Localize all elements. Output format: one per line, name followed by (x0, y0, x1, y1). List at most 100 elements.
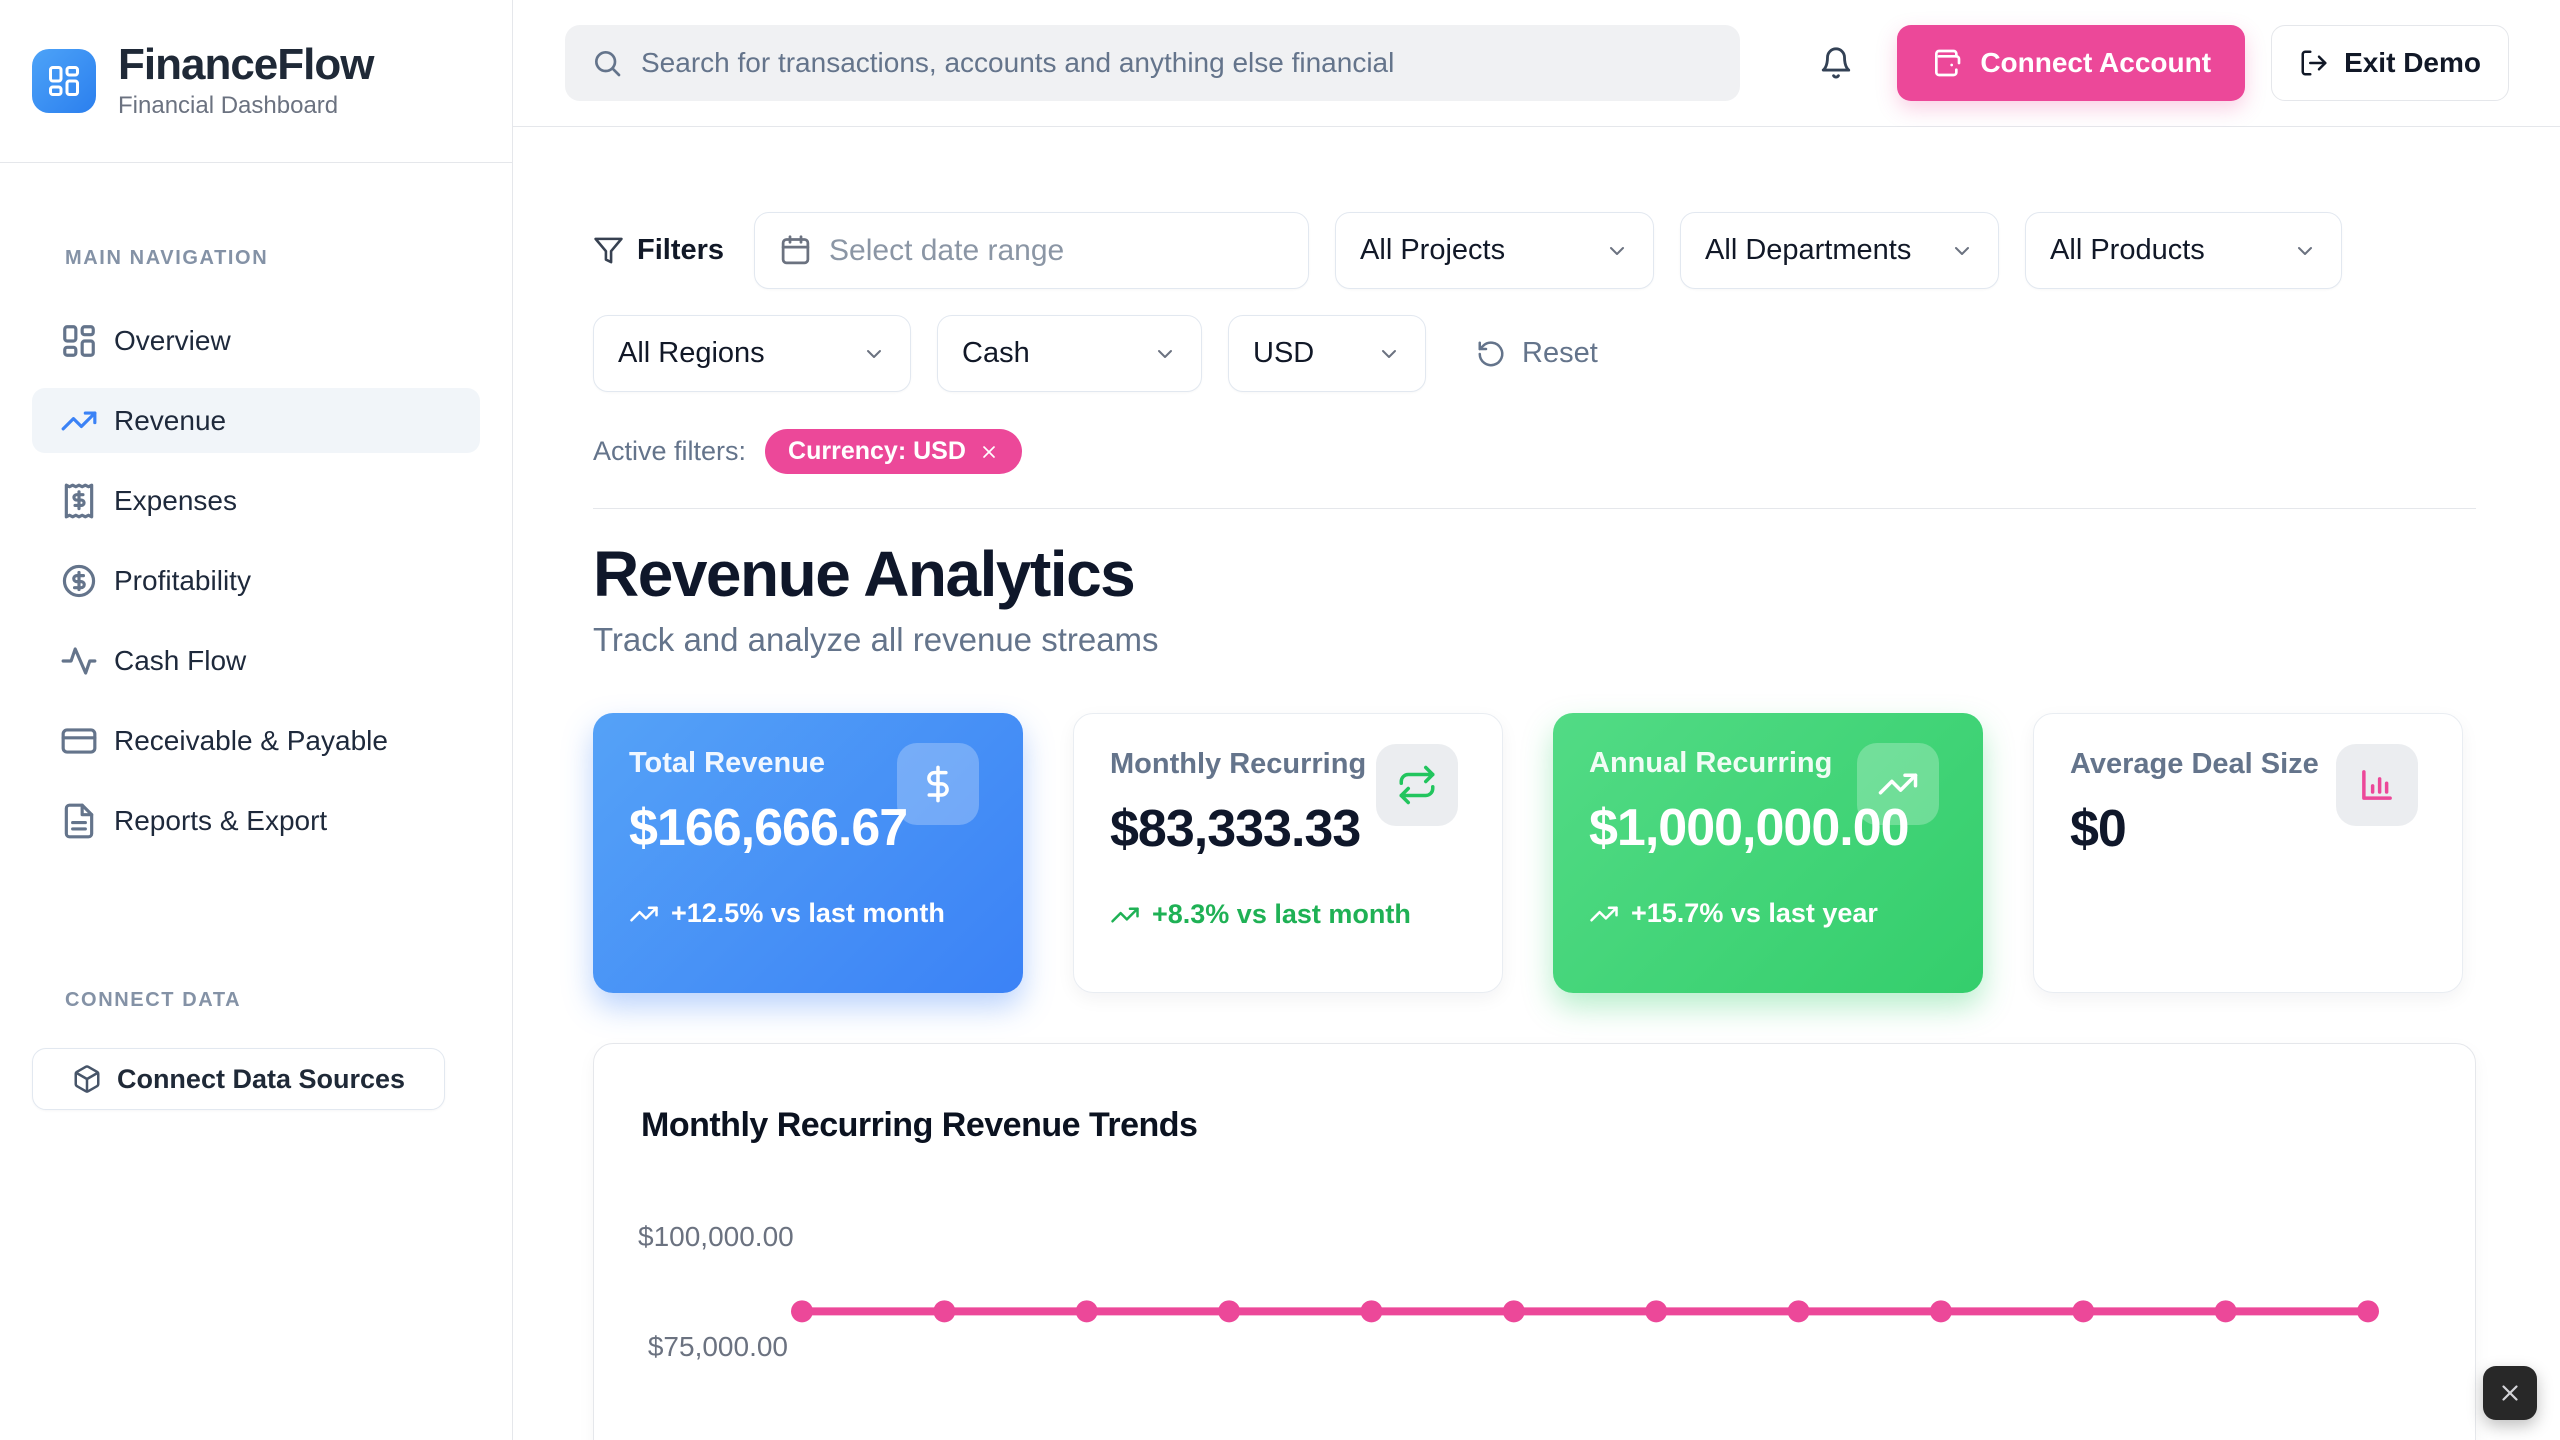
annual-recurring-card: Annual Recurring $1,000,000.00 +15.7% vs… (1553, 713, 1983, 993)
app-logo-icon (32, 49, 96, 113)
top-bar: Connect Account Exit Demo (513, 0, 2560, 127)
trend-line-svg (594, 1044, 2477, 1440)
brand-text: FinanceFlow Financial Dashboard (118, 42, 373, 120)
chevron-down-icon (1377, 342, 1401, 366)
close-toast-button[interactable] (2483, 1366, 2537, 1420)
reset-label: Reset (1522, 337, 1598, 370)
chart-title: Monthly Recurring Revenue Trends (641, 1106, 1197, 1145)
chevron-down-icon (862, 342, 886, 366)
sidebar-item-profitability[interactable]: Profitability (32, 548, 480, 613)
app-title: FinanceFlow (118, 42, 373, 88)
metric-cards-row: Total Revenue $166,666.67 +12.5% vs last… (593, 713, 2476, 993)
regions-filter-value: All Regions (618, 337, 765, 370)
accounting-basis-value: Cash (962, 337, 1030, 370)
regions-filter-dropdown[interactable]: All Regions (593, 315, 911, 392)
chevron-down-icon (1153, 342, 1177, 366)
main-content: Filters All Projects All Departments All… (513, 127, 2560, 1440)
app-root: FinanceFlow Financial Dashboard MAIN NAV… (0, 0, 2560, 1440)
metric-trend: +8.3% vs last month (1110, 895, 1466, 934)
connect-data-title: CONNECT DATA (65, 989, 512, 1012)
metric-trend-text: +15.7% vs last year (1631, 894, 1878, 933)
accounting-basis-dropdown[interactable]: Cash (937, 315, 1202, 392)
sidebar-item-receivable-payable[interactable]: Receivable & Payable (32, 708, 480, 773)
sidebar-item-label: Revenue (114, 405, 226, 437)
projects-filter-value: All Projects (1360, 234, 1505, 267)
chart-data-point (791, 1300, 813, 1322)
chart-data-point (1503, 1300, 1525, 1322)
y-axis-tick: $100,000.00 (638, 1221, 788, 1253)
receipt-icon (60, 482, 98, 520)
total-revenue-card: Total Revenue $166,666.67 +12.5% vs last… (593, 713, 1023, 993)
exit-demo-button[interactable]: Exit Demo (2271, 25, 2509, 101)
sidebar-item-cash-flow[interactable]: Cash Flow (32, 628, 480, 693)
section-divider (593, 508, 2476, 509)
trend-up-icon (1589, 899, 1619, 929)
date-range-field[interactable] (754, 212, 1309, 289)
sidebar-item-label: Cash Flow (114, 645, 246, 677)
chart-data-point (1645, 1300, 1667, 1322)
chart-data-point (1076, 1300, 1098, 1322)
mrr-trends-chart-card: Monthly Recurring Revenue Trends $100,00… (593, 1043, 2476, 1440)
layout-grid-icon (60, 322, 98, 360)
connect-account-label: Connect Account (1980, 47, 2211, 79)
sidebar-item-revenue[interactable]: Revenue (32, 388, 480, 453)
average-deal-size-card: Average Deal Size $0 (2033, 713, 2463, 993)
sidebar-item-label: Expenses (114, 485, 237, 517)
trend-up-icon (629, 899, 659, 929)
date-range-input[interactable] (829, 234, 1284, 268)
file-text-icon (60, 802, 98, 840)
departments-filter-value: All Departments (1705, 234, 1911, 267)
products-filter-dropdown[interactable]: All Products (2025, 212, 2342, 289)
projects-filter-dropdown[interactable]: All Projects (1335, 212, 1654, 289)
search-icon (591, 47, 623, 79)
currency-value: USD (1253, 337, 1314, 370)
exit-demo-label: Exit Demo (2344, 47, 2481, 79)
logout-icon (2299, 48, 2329, 78)
chart-data-point (933, 1300, 955, 1322)
active-filter-chip[interactable]: Currency: USD (765, 429, 1022, 474)
chart-data-point (2215, 1300, 2237, 1322)
chevron-down-icon (1950, 239, 1974, 263)
connect-data-sources-label: Connect Data Sources (117, 1064, 405, 1095)
chevron-down-icon (2293, 239, 2317, 263)
bell-icon (1819, 46, 1853, 80)
search-input[interactable] (641, 47, 1714, 79)
package-icon (72, 1064, 102, 1094)
page-subtitle: Track and analyze all revenue streams (593, 621, 2476, 659)
sidebar-item-expenses[interactable]: Expenses (32, 468, 480, 533)
search-box (565, 25, 1740, 101)
trending-up-icon (60, 402, 98, 440)
dollar-sign-icon (897, 743, 979, 825)
departments-filter-dropdown[interactable]: All Departments (1680, 212, 1999, 289)
metric-trend: +12.5% vs last month (629, 894, 987, 933)
remove-filter-icon[interactable] (979, 442, 999, 462)
monthly-recurring-card: Monthly Recurring $83,333.33 +8.3% vs la… (1073, 713, 1503, 993)
repeat-icon (1376, 744, 1458, 826)
sidebar-item-label: Reports & Export (114, 805, 327, 837)
sidebar-item-label: Overview (114, 325, 231, 357)
notifications-button[interactable] (1811, 38, 1861, 88)
metric-trend-text: +8.3% vs last month (1152, 895, 1411, 934)
metric-trend-text: +12.5% vs last month (671, 894, 945, 933)
active-filters-label: Active filters: (593, 436, 746, 467)
currency-dropdown[interactable]: USD (1228, 315, 1426, 392)
filters-row-1: Filters All Projects All Departments All… (593, 212, 2476, 289)
chart-data-point (1360, 1300, 1382, 1322)
sidebar: FinanceFlow Financial Dashboard MAIN NAV… (0, 0, 513, 1440)
chart-data-point (1930, 1300, 1952, 1322)
connect-data-sources-button[interactable]: Connect Data Sources (32, 1048, 445, 1110)
y-axis-tick: $75,000.00 (638, 1331, 788, 1363)
sidebar-item-label: Profitability (114, 565, 251, 597)
credit-card-icon (60, 722, 98, 760)
chart-data-point (2072, 1300, 2094, 1322)
sidebar-item-reports-export[interactable]: Reports & Export (32, 788, 480, 853)
connect-account-button[interactable]: Connect Account (1897, 25, 2245, 101)
trend-up-icon (1110, 900, 1140, 930)
filters-title-text: Filters (637, 234, 724, 267)
filters-row-2: All Regions Cash USD Reset (593, 315, 2476, 392)
activity-icon (60, 642, 98, 680)
main-navigation: Overview Revenue Expenses Profitability (32, 308, 480, 853)
active-filters-row: Active filters: Currency: USD (593, 429, 2476, 474)
reset-filters-button[interactable]: Reset (1476, 337, 1598, 370)
sidebar-item-overview[interactable]: Overview (32, 308, 480, 373)
